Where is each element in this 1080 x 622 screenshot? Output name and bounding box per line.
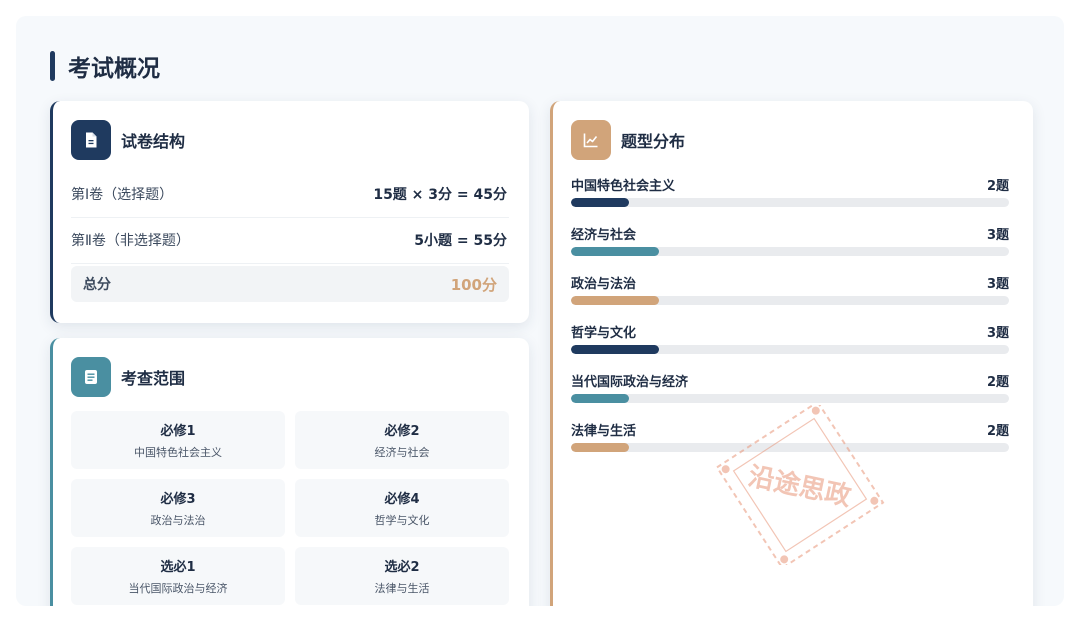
structure-row: 第Ⅰ卷（选择题） 15题 × 3分 = 45分 (71, 171, 509, 218)
distribution-track (571, 296, 1009, 305)
structure-row-value: 5小题 = 55分 (414, 233, 507, 249)
scope-item-subtitle: 中国特色社会主义 (134, 446, 222, 459)
total-label: 总分 (83, 277, 111, 293)
scope-title: 考查范围 (121, 369, 186, 388)
scope-item-subtitle: 哲学与文化 (374, 514, 430, 527)
scope-item-title: 选必2 (384, 560, 420, 575)
distribution-count: 3题 (986, 326, 1009, 341)
structure-card: 试卷结构 第Ⅰ卷（选择题） 15题 × 3分 = 45分 第Ⅱ卷（非选择题） 5… (50, 101, 529, 323)
distribution-count: 3题 (986, 228, 1009, 243)
distribution-track (571, 198, 1009, 207)
distribution-label: 中国特色社会主义 (571, 179, 676, 194)
section-title: 考试概况 (68, 56, 160, 82)
distribution-row: 法律与生活 2题 (571, 420, 1009, 469)
structure-row-label: 第Ⅰ卷（选择题） (71, 187, 174, 203)
distribution-bar (571, 247, 659, 256)
line-chart-icon (571, 120, 611, 160)
structure-title: 试卷结构 (121, 132, 186, 151)
distribution-count: 2题 (986, 375, 1009, 390)
scope-item-subtitle: 政治与法治 (150, 514, 206, 527)
scope-item: 必修4 哲学与文化 (295, 479, 509, 537)
document-icon (71, 120, 111, 160)
scope-item-title: 必修3 (160, 492, 196, 507)
distribution-row: 政治与法治 3题 (571, 273, 1009, 322)
distribution-track (571, 345, 1009, 354)
distribution-row: 哲学与文化 3题 (571, 322, 1009, 371)
distribution-label: 经济与社会 (571, 228, 637, 243)
distribution-bar (571, 443, 630, 452)
scope-item-subtitle: 经济与社会 (374, 446, 430, 459)
scope-item-title: 必修4 (384, 492, 420, 507)
structure-card-header: 试卷结构 (71, 120, 185, 160)
section-header: 考试概况 (50, 50, 160, 82)
scope-card-header: 考查范围 (71, 357, 185, 397)
total-score-row: 总分 100分 (71, 266, 509, 302)
scope-item: 必修2 经济与社会 (295, 411, 509, 469)
distribution-list: 中国特色社会主义 2题 经济与社会 3题 政治与法治 3题 哲学与文化 3题 当代国际政治与经济… (571, 175, 1009, 469)
distribution-bar (571, 345, 659, 354)
distribution-label: 当代国际政治与经济 (571, 375, 689, 390)
exam-overview-page: 考试概况 试卷结构 第Ⅰ卷（选择题） 15题 × 3分 = 45分 第Ⅱ卷（非选… (16, 16, 1064, 606)
distribution-count: 3题 (986, 277, 1009, 292)
scope-item-title: 选必1 (160, 560, 196, 575)
distribution-bar (571, 394, 630, 403)
list-icon (71, 357, 111, 397)
distribution-bar (571, 296, 659, 305)
structure-row-label: 第Ⅱ卷（非选择题） (71, 233, 190, 249)
scope-item-subtitle: 法律与生活 (374, 582, 430, 595)
distribution-count: 2题 (986, 424, 1009, 439)
distribution-row: 当代国际政治与经济 2题 (571, 371, 1009, 420)
scope-grid: 必修1 中国特色社会主义 必修2 经济与社会 必修3 政治与法治 必修4 哲学与… (71, 411, 509, 605)
scope-item: 选必1 当代国际政治与经济 (71, 547, 285, 605)
distribution-bar (571, 198, 630, 207)
scope-item-title: 必修1 (160, 424, 196, 439)
distribution-card-header: 题型分布 (571, 120, 685, 160)
scope-item: 选必2 法律与生活 (295, 547, 509, 605)
structure-row-value: 15题 × 3分 = 45分 (373, 187, 507, 203)
scope-item-subtitle: 当代国际政治与经济 (128, 582, 228, 595)
distribution-label: 法律与生活 (571, 424, 637, 439)
distribution-track (571, 443, 1009, 452)
distribution-label: 政治与法治 (571, 277, 637, 292)
distribution-row: 经济与社会 3题 (571, 224, 1009, 273)
distribution-row: 中国特色社会主义 2题 (571, 175, 1009, 224)
distribution-card: 题型分布 中国特色社会主义 2题 经济与社会 3题 政治与法治 3题 哲学与文化 3题 当代国际… (550, 101, 1033, 606)
distribution-count: 2题 (986, 179, 1009, 194)
scope-card: 考查范围 必修1 中国特色社会主义 必修2 经济与社会 必修3 政治与法治 必修… (50, 338, 529, 606)
scope-item: 必修1 中国特色社会主义 (71, 411, 285, 469)
distribution-label: 哲学与文化 (571, 326, 637, 341)
scope-item: 必修3 政治与法治 (71, 479, 285, 537)
distribution-track (571, 394, 1009, 403)
scope-item-title: 必修2 (384, 424, 420, 439)
total-value: 100分 (450, 275, 497, 294)
distribution-title: 题型分布 (621, 132, 686, 151)
distribution-track (571, 247, 1009, 256)
structure-row: 第Ⅱ卷（非选择题） 5小题 = 55分 (71, 217, 509, 264)
section-accent-bar (50, 51, 55, 81)
